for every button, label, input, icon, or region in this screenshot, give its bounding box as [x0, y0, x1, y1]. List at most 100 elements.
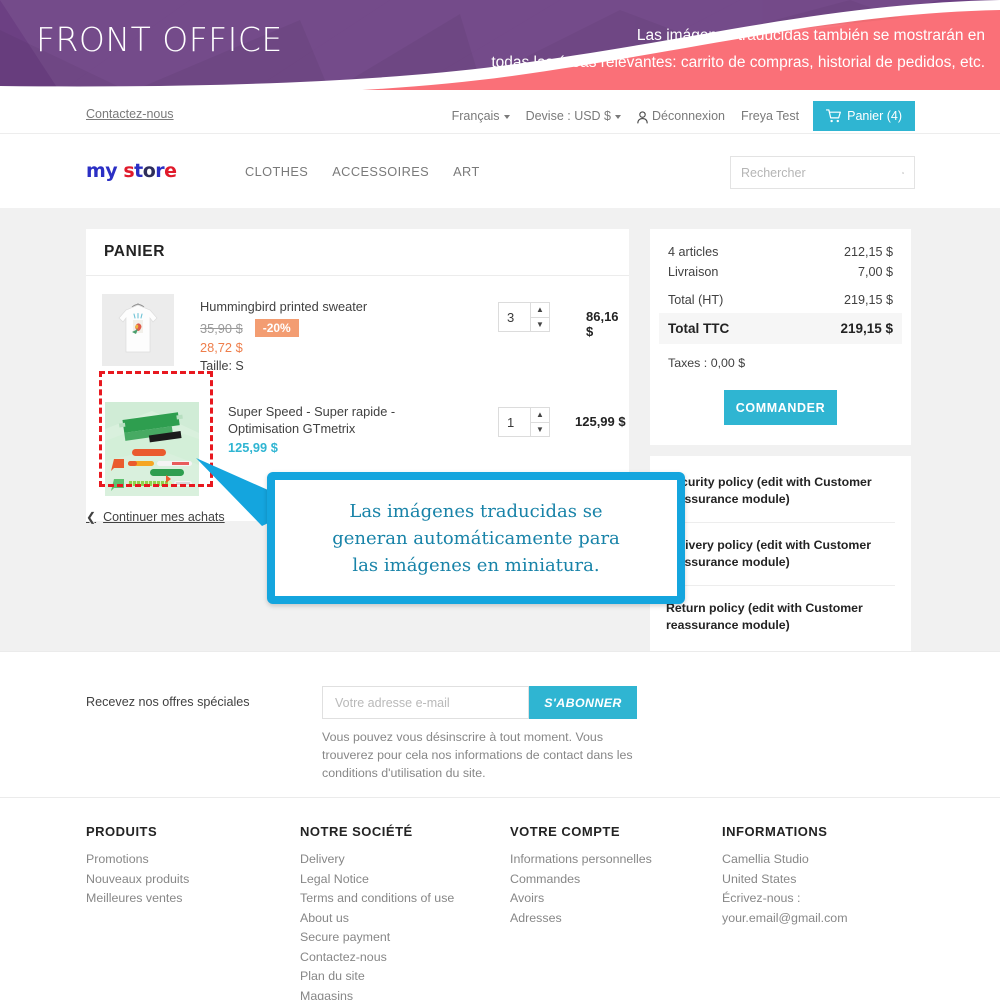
- quantity-stepper[interactable]: 1 ▲ ▼: [498, 407, 550, 437]
- banner-note-line2: todas las áreas relevantes: carrito de c…: [491, 54, 985, 71]
- cart-label: Panier (4): [847, 109, 902, 123]
- quantity-down-icon[interactable]: ▼: [531, 423, 549, 437]
- store-logo[interactable]: my store: [86, 160, 177, 182]
- summary-separator: [668, 285, 893, 293]
- search-input[interactable]: [741, 165, 902, 180]
- order-summary-panel: 4 articles 212,15 $ Livraison 7,00 $ Tot…: [650, 229, 911, 445]
- currency-selector[interactable]: Devise : USD $: [526, 109, 622, 123]
- cart-item-price: 125,99 $: [228, 440, 278, 455]
- footer-column-informations: INFORMATIONS Camellia Studio United Stat…: [722, 824, 848, 928]
- footer-column-votre-compte: VOTRE COMPTE Informations personnelles C…: [510, 824, 652, 928]
- reassurance-item-return[interactable]: Return policy (edit with Customer reassu…: [666, 585, 895, 648]
- footer-link[interactable]: Magasins: [300, 987, 454, 1000]
- cart-item-price-line: 35,90 $ -20%: [200, 319, 380, 337]
- quantity-up-icon[interactable]: ▲: [531, 303, 549, 318]
- summary-total-value: 219,15 $: [840, 321, 893, 336]
- footer-link[interactable]: Avoirs: [510, 889, 652, 909]
- callout-box: Las imágenes traducidas se generan autom…: [267, 472, 685, 604]
- footer-link[interactable]: Terms and conditions of use: [300, 889, 454, 909]
- cart-item-total: 86,16 $: [586, 309, 619, 339]
- language-label: Français: [451, 109, 500, 123]
- footer-link[interactable]: Informations personnelles: [510, 850, 652, 870]
- newsletter-label: Recevez nos offres spéciales: [86, 695, 250, 709]
- callout-line1: Las imágenes traducidas se: [349, 500, 603, 522]
- footer-link[interactable]: Commandes: [510, 870, 652, 890]
- summary-row-total-ht: Total (HT) 219,15 $: [668, 293, 893, 307]
- summary-taxes: Taxes : 0,00 $: [668, 356, 746, 370]
- account-name-link[interactable]: Freya Test: [741, 109, 799, 123]
- cart-item-info: Hummingbird printed sweater 35,90 $ -20%…: [200, 294, 380, 373]
- newsletter-note: Vous pouvez vous désinscrire à tout mome…: [322, 730, 633, 780]
- cart-title: PANIER: [104, 243, 166, 260]
- chevron-left-icon: ❮: [86, 510, 97, 524]
- footer-link[interactable]: About us: [300, 909, 454, 929]
- logo-part-e: e: [164, 160, 177, 182]
- contact-us-link[interactable]: Contactez-nous: [86, 107, 174, 121]
- footer-link[interactable]: Delivery: [300, 850, 454, 870]
- cart-item-total: 125,99 $: [575, 414, 626, 429]
- footer-column-title: NOTRE SOCIÉTÉ: [300, 824, 413, 839]
- summary-label: Total (HT): [668, 293, 724, 307]
- reassurance-item-delivery[interactable]: Delivery policy (edit with Customer reas…: [666, 522, 895, 585]
- checkout-button[interactable]: COMMANDER: [724, 390, 837, 425]
- footer-link[interactable]: Meilleures ventes: [86, 889, 189, 909]
- footer-link[interactable]: Adresses: [510, 909, 652, 929]
- banner-title: FRONT OFFICE: [36, 20, 283, 59]
- language-selector[interactable]: Français: [452, 109, 510, 123]
- cart-item-name[interactable]: Hummingbird printed sweater: [200, 298, 380, 315]
- chevron-down-icon: [503, 115, 510, 119]
- footer-column-title: INFORMATIONS: [722, 824, 828, 839]
- callout-inner: Las imágenes traducidas se generan autom…: [275, 480, 677, 596]
- top-nav: Français Devise : USD $ Déconnexion Frey…: [436, 98, 915, 134]
- summary-label: Livraison: [668, 265, 719, 279]
- search-icon[interactable]: [902, 166, 904, 180]
- user-icon: [637, 110, 648, 123]
- footer-link[interactable]: Nouveaux produits: [86, 870, 189, 890]
- callout-line2: generan automáticamente para: [332, 527, 620, 549]
- logout-link[interactable]: Déconnexion: [637, 109, 725, 123]
- footer-column-produits: PRODUITS Promotions Nouveaux produits Me…: [86, 824, 189, 909]
- summary-row-total-ttc: Total TTC 219,15 $: [659, 313, 902, 344]
- quantity-arrows: ▲ ▼: [530, 303, 549, 331]
- footer-store-country: United States: [722, 871, 797, 886]
- shopping-cart-icon: [826, 109, 842, 123]
- promo-banner: FRONT OFFICE Las imágenes traducidas tam…: [0, 0, 1000, 98]
- newsletter-email-input[interactable]: [322, 686, 529, 719]
- quantity-arrows: ▲ ▼: [530, 408, 549, 436]
- logo-part-s: s: [123, 160, 135, 182]
- quantity-stepper[interactable]: 3 ▲ ▼: [498, 302, 550, 332]
- nav-item-art[interactable]: ART: [453, 164, 480, 179]
- logout-label: Déconnexion: [652, 109, 725, 123]
- quantity-value[interactable]: 1: [499, 408, 530, 436]
- quantity-down-icon[interactable]: ▼: [531, 318, 549, 332]
- footer-link[interactable]: Legal Notice: [300, 870, 454, 890]
- footer-link[interactable]: Plan du site: [300, 967, 454, 987]
- quantity-up-icon[interactable]: ▲: [531, 408, 549, 423]
- cart-panel-header: PANIER: [86, 229, 629, 276]
- product-thumbnail-sweater[interactable]: [102, 294, 174, 366]
- search-box[interactable]: [730, 156, 915, 189]
- summary-row-items: 4 articles 212,15 $: [668, 245, 893, 259]
- footer-link[interactable]: Promotions: [86, 850, 189, 870]
- newsletter-subscribe-button[interactable]: S'ABONNER: [529, 686, 637, 719]
- banner-note-line1: Las imágenes traducidas también se mostr…: [636, 27, 985, 44]
- footer-contact-email[interactable]: your.email@gmail.com: [722, 909, 848, 929]
- nav-item-clothes[interactable]: CLOTHES: [245, 164, 308, 179]
- page-root: FRONT OFFICE Las imágenes traducidas tam…: [0, 0, 1000, 1000]
- top-bar: Contactez-nous Français Devise : USD $ D…: [0, 98, 1000, 134]
- summary-label: 4 articles: [668, 245, 719, 259]
- footer-link[interactable]: Secure payment: [300, 928, 454, 948]
- user-name-label: Freya Test: [740, 109, 800, 123]
- logo-part-my: my: [86, 160, 118, 182]
- footer-link[interactable]: Contactez-nous: [300, 948, 454, 968]
- reassurance-item-security[interactable]: Security policy (edit with Customer reas…: [666, 460, 895, 522]
- banner-note: Las imágenes traducidas también se mostr…: [330, 22, 985, 76]
- chevron-down-icon: [615, 115, 622, 119]
- cart-item-name[interactable]: Super Speed - Super rapide - Optimisatio…: [228, 403, 408, 437]
- cart-button[interactable]: Panier (4): [813, 101, 915, 131]
- summary-value: 219,15 $: [843, 293, 893, 307]
- nav-item-accessoires[interactable]: ACCESSOIRES: [332, 164, 429, 179]
- summary-value: 7,00 $: [857, 265, 893, 279]
- footer-column-title: VOTRE COMPTE: [510, 824, 621, 839]
- quantity-value[interactable]: 3: [499, 303, 530, 331]
